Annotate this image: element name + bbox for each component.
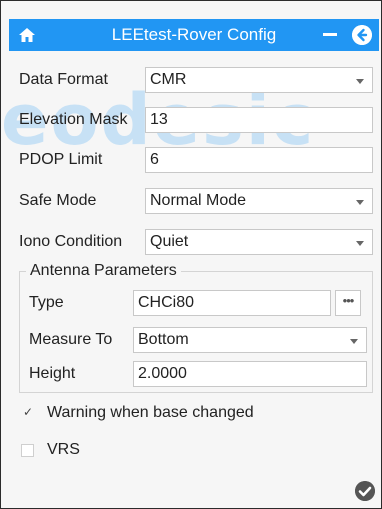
pdop-limit-row: PDOP Limit 6 <box>19 147 373 175</box>
iono-condition-select[interactable]: Quiet <box>145 229 373 255</box>
antenna-type-label: Type <box>29 294 64 311</box>
data-format-row: Data Format CMR <box>19 67 373 95</box>
data-format-select[interactable]: CMR <box>145 67 373 93</box>
dropdown-caret-icon <box>356 200 364 205</box>
elevation-mask-value: 13 <box>150 111 168 128</box>
height-row: Height 2.0000 <box>29 361 367 389</box>
dropdown-caret-icon <box>350 339 358 344</box>
measure-to-value: Bottom <box>138 331 189 348</box>
iono-condition-value: Quiet <box>150 233 189 250</box>
warning-base-changed-label: Warning when base changed <box>47 404 254 421</box>
measure-to-label: Measure To <box>29 331 113 348</box>
confirm-check-icon[interactable] <box>355 481 375 501</box>
title-bar: LEEtest-Rover Config <box>9 19 379 51</box>
measure-to-row: Measure To Bottom <box>29 327 367 355</box>
vrs-checkbox-box[interactable] <box>21 444 34 457</box>
safe-mode-select[interactable]: Normal Mode <box>145 188 373 214</box>
pdop-limit-value: 6 <box>150 151 159 168</box>
vrs-label: VRS <box>47 441 80 458</box>
checkmark-icon: ✓ <box>23 405 34 419</box>
pdop-limit-input[interactable]: 6 <box>145 147 373 173</box>
antenna-type-value: CHCi80 <box>138 294 195 311</box>
antenna-parameters-legend: Antenna Parameters <box>26 262 181 280</box>
elevation-mask-input[interactable]: 13 <box>145 107 373 133</box>
dropdown-caret-icon <box>356 79 364 84</box>
pdop-limit-label: PDOP Limit <box>19 151 103 168</box>
antenna-type-row: Type CHCi80 ••• <box>29 290 367 318</box>
minimize-icon[interactable] <box>323 33 337 36</box>
data-format-value: CMR <box>150 71 187 88</box>
iono-condition-row: Iono Condition Quiet <box>19 229 373 257</box>
config-window: eodesic LEEtest-Rover Config Data Format… <box>0 0 382 509</box>
antenna-parameters-group: Antenna Parameters Type CHCi80 ••• Measu… <box>19 262 373 393</box>
height-label: Height <box>29 365 76 382</box>
height-input[interactable]: 2.0000 <box>133 361 367 387</box>
height-value: 2.0000 <box>138 365 187 382</box>
elevation-mask-row: Elevation Mask 13 <box>19 107 373 135</box>
measure-to-select[interactable]: Bottom <box>133 327 367 353</box>
back-arrow-icon[interactable] <box>352 25 372 45</box>
data-format-label: Data Format <box>19 71 108 88</box>
more-options-button[interactable]: ••• <box>335 290 361 316</box>
antenna-type-input[interactable]: CHCi80 <box>133 290 331 316</box>
safe-mode-value: Normal Mode <box>150 192 247 209</box>
dropdown-caret-icon <box>356 241 364 246</box>
safe-mode-label: Safe Mode <box>19 192 97 209</box>
elevation-mask-label: Elevation Mask <box>19 111 128 128</box>
iono-condition-label: Iono Condition <box>19 233 123 250</box>
safe-mode-row: Safe Mode Normal Mode <box>19 188 373 216</box>
